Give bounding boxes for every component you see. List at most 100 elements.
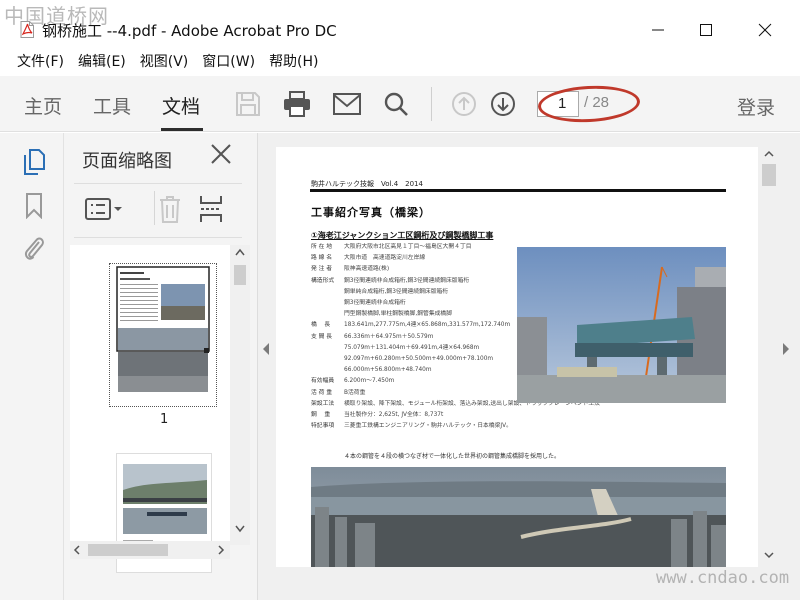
spec-key — [311, 298, 344, 309]
arrow-up-circle-icon — [452, 92, 476, 116]
menu-edit[interactable]: 编辑(E) — [71, 51, 133, 71]
tab-home[interactable]: 主页 — [24, 92, 62, 119]
scrollbar-graphics — [762, 150, 776, 559]
pages-icon — [24, 149, 45, 175]
menu-bar: 文件(F) 编辑(E) 视图(V) 窗口(W) 帮助(H) — [0, 48, 800, 74]
highlight-ellipse — [537, 83, 641, 125]
minimize-button[interactable] — [638, 14, 678, 46]
close-window-button[interactable] — [745, 14, 785, 46]
bookmark-icon — [26, 193, 42, 219]
tool-separator — [154, 191, 155, 225]
thumbnail-horizontal-scrollbar[interactable] — [70, 541, 230, 559]
delete-page-button[interactable] — [158, 193, 182, 225]
spec-key — [311, 287, 344, 298]
spec-row: 特記事項 三菱重工鉄構エンジニアリング・駒井ハルテック・日本橋梁JV。 — [311, 421, 516, 432]
tab-document[interactable]: 文档 — [162, 92, 200, 119]
spec-key — [311, 365, 344, 376]
print-button[interactable] — [281, 88, 313, 120]
spec-value: 阪神高速道路(株) — [344, 266, 390, 273]
login-link[interactable]: 登录 — [737, 93, 775, 120]
spec-value: 鋼3径間連続非合成箱桁,鋼3径間連続鋼床版箱桁 — [344, 277, 470, 284]
spec-key: 架設工法 — [311, 400, 335, 407]
spec-row: 鋼単純合成箱桁,鋼3径間連続鋼床版箱桁 — [311, 287, 516, 298]
navigation-rail — [0, 133, 64, 600]
close-icon — [211, 144, 231, 164]
extract-pages-button[interactable] — [198, 193, 224, 225]
spec-value: 大阪市道 高速道路淀川左岸線 — [344, 255, 426, 262]
spec-row: 92.097m+60.280m+50.500m+49.000m+78.100m — [311, 354, 516, 365]
spec-row: 有効幅員 6.200m～7.450m — [311, 376, 516, 387]
spec-key: 有効幅員 — [311, 378, 335, 385]
spec-value: 6.200m～7.450m — [344, 378, 395, 385]
spec-row: 支 間 長 66.336m＋64.975m＋50.579m — [311, 332, 516, 343]
menu-window[interactable]: 窗口(W) — [195, 51, 262, 71]
spec-value: 75.079m＋131.404m＋69.491m,4連×64.968m — [344, 344, 480, 351]
aerial-photo — [311, 467, 726, 567]
save-button[interactable] — [232, 88, 264, 120]
spec-value: 当社製作分：2,625t, JV全体：8,737t — [344, 412, 444, 419]
email-button[interactable] — [331, 88, 363, 120]
options-menu-button[interactable] — [84, 193, 124, 225]
arrow-down-circle-icon — [491, 92, 515, 116]
attachments-button[interactable] — [20, 233, 48, 263]
search-button[interactable] — [380, 88, 412, 120]
spec-table: 所 在 地 大阪府大阪市北区高見１丁目～福島区大開４丁目 路 線 名 大阪市道 高速… — [311, 242, 600, 432]
spec-row: 鋼 重 当社製作分：2,625t, JV全体：8,737t — [311, 410, 516, 421]
close-panel-button[interactable] — [210, 143, 236, 169]
spec-row: 所 在 地 大阪府大阪市北区高見１丁目～福島区大開４丁目 — [311, 242, 516, 253]
print-icon — [284, 91, 310, 117]
next-page-button[interactable] — [487, 88, 519, 120]
header-rule — [310, 189, 726, 192]
tab-tools[interactable]: 工具 — [93, 92, 131, 119]
thumbnail-vertical-scrollbar[interactable] — [230, 245, 250, 545]
search-icon — [384, 92, 408, 116]
paperclip-icon — [24, 237, 44, 260]
spec-key: 特記事項 — [311, 423, 335, 430]
menu-file[interactable]: 文件(F) — [10, 51, 71, 71]
spec-key: 発 注 者 — [311, 266, 333, 273]
spec-row: 発 注 者 阪神高速道路(株) — [311, 264, 516, 275]
spec-row: 構造形式 鋼3径間連続非合成箱桁,鋼3径間連続鋼床版箱桁 — [311, 276, 516, 287]
menu-view[interactable]: 视图(V) — [133, 51, 196, 71]
window-title: 钢桥施工 --4.pdf - Adobe Acrobat Pro DC — [42, 22, 337, 40]
spec-row: 66.000m+56.800m+48.740m — [311, 365, 516, 376]
pdf-page: 駒井ハルテック技報 Vol.4 2014 工事紹介写真（橋梁） ①海老江ジャンク… — [276, 147, 758, 567]
spec-key: 路 線 名 — [311, 255, 333, 262]
menu-help[interactable]: 帮助(H) — [262, 51, 325, 71]
spec-key: 鋼 重 — [311, 412, 331, 419]
document-title: 工事紹介写真（橋梁） — [311, 206, 431, 219]
spec-row: 活 荷 重 B活荷重 — [311, 388, 516, 399]
list-options-icon — [85, 198, 122, 220]
page-thumbnails-button[interactable] — [20, 147, 48, 177]
spec-key — [311, 309, 344, 320]
construction-photo — [517, 247, 726, 403]
collapse-left-panel-icon[interactable] — [262, 342, 270, 356]
section-heading: ①海老江ジャンクション工区鋼桁及び鋼製橋脚工事 — [311, 231, 494, 240]
previous-page-button[interactable] — [448, 88, 480, 120]
trash-icon — [160, 196, 180, 223]
spec-key — [311, 343, 344, 354]
spec-row: 75.079m＋131.404m＋69.491m,4連×64.968m — [311, 343, 516, 354]
scrollbar-graphics — [234, 248, 246, 533]
bookmarks-button[interactable] — [20, 191, 48, 221]
spec-value: B活荷重 — [344, 389, 366, 396]
title-bar: 中国道桥网 钢桥施工 --4.pdf - Adobe Acrobat Pro D… — [0, 0, 800, 48]
panel-title: 页面缩略图 — [82, 151, 172, 172]
spec-value: 66.336m＋64.975m＋50.579m — [344, 333, 434, 340]
spec-key: 橋 長 — [311, 322, 331, 329]
spec-row: 架設工法 横取り架設、降下架設、モジュール桁架設、落込み架設,送出し架設、トラック… — [311, 399, 600, 410]
spec-key: 支 間 長 — [311, 333, 333, 340]
spec-key: 活 荷 重 — [311, 389, 333, 396]
thumbnails-panel: 页面缩略图 1 — [64, 133, 258, 600]
page-thumbnail-1[interactable] — [109, 263, 217, 407]
watermark-bottom: www.cndao.com — [656, 568, 790, 588]
maximize-button[interactable] — [686, 14, 726, 46]
spec-row: 門型鋼製橋脚,単柱鋼製橋脚,鋼管集成橋脚 — [311, 309, 516, 320]
spec-row: 橋 長 183.641m,277.775m,4連×65.868m,331.577m… — [311, 320, 516, 331]
document-vertical-scrollbar[interactable] — [758, 147, 780, 567]
expand-right-panel-icon[interactable] — [782, 342, 790, 356]
spec-row: 路 線 名 大阪市道 高速道路淀川左岸線 — [311, 253, 516, 264]
thumbnail-label: 1 — [160, 412, 169, 427]
close-icon — [758, 23, 772, 37]
spec-value: 大阪府大阪市北区高見１丁目～福島区大開４丁目 — [344, 244, 472, 250]
